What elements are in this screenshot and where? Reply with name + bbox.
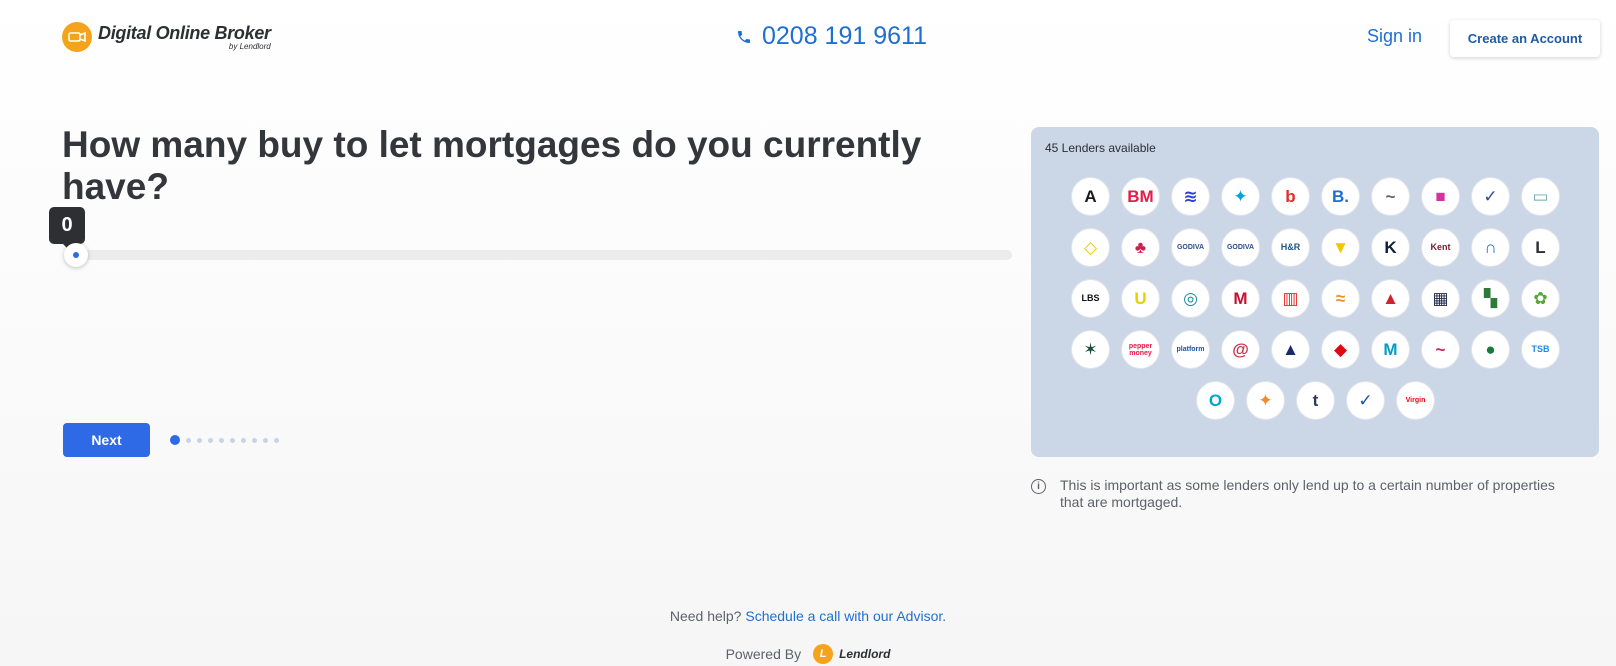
powered-by-label: Powered By (725, 646, 802, 662)
lender-logo: ∩ (1471, 228, 1510, 267)
lender-logo: ≋ (1171, 177, 1210, 216)
slider-value-tooltip: 0 (49, 207, 85, 250)
lender-logo: ♣ (1121, 228, 1160, 267)
phone-number: 0208 191 9611 (762, 22, 927, 50)
signin-link[interactable]: Sign in (1367, 26, 1422, 47)
lender-logo: TSB (1521, 330, 1560, 369)
phone-icon (738, 30, 750, 43)
lender-logo: b (1271, 177, 1310, 216)
step-dot (208, 437, 213, 443)
lender-logo: O (1196, 381, 1235, 420)
lender-logo: ▥ (1271, 279, 1310, 318)
lender-logo: ✶ (1071, 330, 1110, 369)
step-dot (230, 437, 235, 443)
lender-logo: ✦ (1221, 177, 1260, 216)
lender-logo: ◇ (1071, 228, 1110, 267)
lender-logo: pepper money (1121, 330, 1160, 369)
lender-logo: platform (1171, 330, 1210, 369)
step-dot (263, 437, 268, 443)
lender-logo: t (1296, 381, 1335, 420)
lender-logo: K (1371, 228, 1410, 267)
step-dot (274, 437, 279, 443)
lender-logo: ◆ (1321, 330, 1360, 369)
brand-logo[interactable]: Digital Online Broker by Lendlord (62, 22, 271, 52)
brand-title: Digital Online Broker (98, 22, 271, 43)
next-button[interactable]: Next (63, 423, 150, 457)
step-dot (241, 437, 246, 443)
lender-logo: ◎ (1171, 279, 1210, 318)
lender-logo: A (1071, 177, 1110, 216)
lender-logo: LBS (1071, 279, 1110, 318)
info-icon: i (1031, 479, 1046, 494)
step-dot (197, 437, 202, 443)
lender-logo: @ (1221, 330, 1260, 369)
lender-logo: M (1221, 279, 1260, 318)
slider-handle[interactable] (64, 243, 88, 267)
lender-logo: ✦ (1246, 381, 1285, 420)
lender-logo: ~ (1371, 177, 1410, 216)
schedule-call-link[interactable]: Schedule a call with our Advisor. (745, 608, 946, 624)
lender-logo: ✓ (1346, 381, 1385, 420)
lender-logo: ● (1471, 330, 1510, 369)
lender-logo: M (1371, 330, 1410, 369)
mortgage-count-slider[interactable] (64, 243, 1012, 267)
powered-by: Powered By L Lendlord (0, 644, 1616, 664)
info-text: This is important as some lenders only l… (1060, 477, 1555, 510)
lender-logo: ✿ (1521, 279, 1560, 318)
lendlord-logo-icon (62, 22, 92, 52)
lender-logo: ▼ (1321, 228, 1360, 267)
lender-logo: ▲ (1371, 279, 1410, 318)
lender-logo: L (1521, 228, 1560, 267)
help-prefix: Need help? (669, 608, 742, 624)
lender-logo: ✓ (1471, 177, 1510, 216)
help-line: Need help? Schedule a call with our Advi… (0, 608, 1616, 624)
phone-link[interactable]: 0208 191 9611 (736, 22, 927, 51)
lenders-count: 45 Lenders available (1045, 141, 1156, 155)
lender-logo: GODIVA (1221, 228, 1260, 267)
lender-logo: ▚ (1471, 279, 1510, 318)
step-dot (219, 437, 224, 443)
lender-logo: H&R (1271, 228, 1310, 267)
lenders-panel: 45 Lenders available A BM ≋ ✦ b B. ~ ■ ✓ ▭ ◇ ♣ GODIV… (1031, 127, 1599, 457)
step-indicator (170, 435, 285, 445)
lender-logo: GODIVA (1171, 228, 1210, 267)
lender-logo: ~ (1421, 330, 1460, 369)
question-title: How many buy to let mortgages do you cur… (62, 124, 922, 207)
lender-logo: ■ (1421, 177, 1460, 216)
lender-logo: Virgin (1396, 381, 1435, 420)
lender-logo: ▭ (1521, 177, 1560, 216)
lender-logo: ≈ (1321, 279, 1360, 318)
lender-logo: ▦ (1421, 279, 1460, 318)
powered-by-name: Lendlord (839, 647, 891, 661)
create-account-button[interactable]: Create an Account (1450, 20, 1600, 57)
step-dot (170, 435, 180, 445)
lendlord-small-logo-icon: L (813, 644, 834, 664)
lender-logo-grid: A BM ≋ ✦ b B. ~ ■ ✓ ▭ ◇ ♣ GODIVA GODIVA H&R ▼ K Kent ∩ L LBS… (1063, 177, 1568, 420)
step-dot (186, 437, 191, 443)
lender-logo: BM (1121, 177, 1160, 216)
lender-logo: Kent (1421, 228, 1460, 267)
brand-subtitle: by Lendlord (228, 41, 271, 51)
lender-logo: U (1121, 279, 1160, 318)
info-note: i This is important as some lenders only… (1031, 477, 1571, 511)
step-dot (252, 437, 257, 443)
lender-logo: ▲ (1271, 330, 1310, 369)
lender-logo: B. (1321, 177, 1360, 216)
